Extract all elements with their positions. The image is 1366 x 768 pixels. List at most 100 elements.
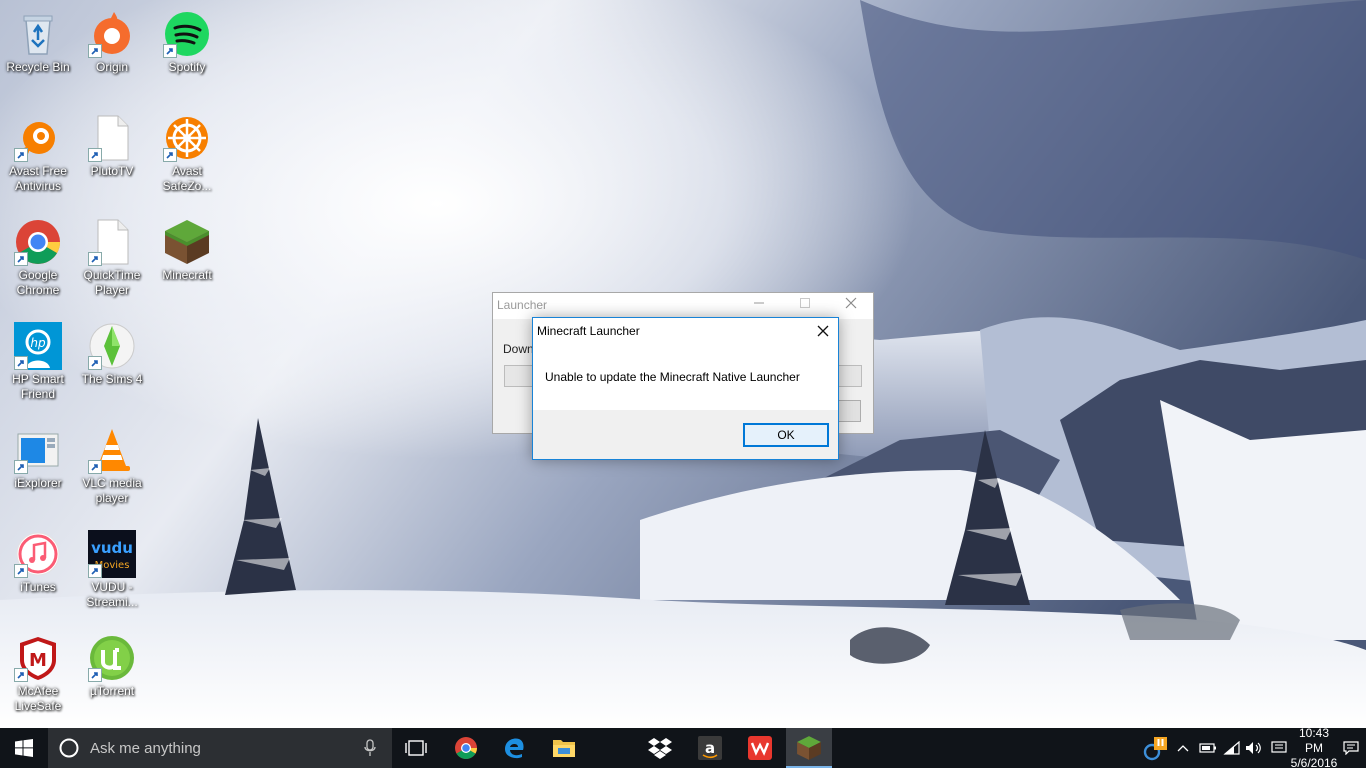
taskbar-file-explorer[interactable] xyxy=(540,728,588,768)
spotify-icon xyxy=(163,10,211,58)
desktop-icon-origin[interactable]: Origin xyxy=(74,4,150,104)
taskbar-wps-office[interactable] xyxy=(736,728,784,768)
microphone-icon xyxy=(364,739,376,756)
desktop-icon-label: PlutoTV xyxy=(90,164,134,178)
battery-icon xyxy=(1199,743,1216,753)
minimize-icon xyxy=(754,302,764,304)
launcher-close-button[interactable] xyxy=(828,293,874,319)
volume-control[interactable] xyxy=(1242,728,1266,768)
clock-date: 5/6/2016 xyxy=(1290,755,1338,768)
clock[interactable]: 10:43 PM 5/6/2016 xyxy=(1290,726,1338,768)
desktop-icon-utorrent[interactable]: µTorrent xyxy=(74,628,150,728)
tray-notification-app[interactable] xyxy=(1140,728,1172,768)
dropbox-icon xyxy=(648,738,672,759)
ok-button[interactable]: OK xyxy=(743,423,829,447)
shortcut-arrow-icon xyxy=(14,460,28,474)
maximize-button[interactable] xyxy=(782,293,828,319)
keyboard-icon xyxy=(1271,741,1287,753)
edge-icon xyxy=(505,738,524,759)
desktop-icon-label: Google Chrome xyxy=(16,268,60,297)
svg-text:a: a xyxy=(705,739,715,757)
search-placeholder: Ask me anything xyxy=(90,739,201,757)
minimize-button[interactable] xyxy=(736,293,782,319)
dialog-titlebar[interactable]: Minecraft Launcher xyxy=(533,318,838,345)
sims-icon xyxy=(88,322,136,370)
wifi-icon xyxy=(1223,741,1240,755)
desktop-icon-minecraft[interactable]: Minecraft xyxy=(149,212,225,312)
desktop-icon-sims4[interactable]: The Sims 4 xyxy=(74,316,150,416)
desktop-icon-plutotv[interactable]: PlutoTV xyxy=(74,108,150,208)
taskbar-chrome[interactable] xyxy=(442,728,490,768)
desktop-icon-label: QuickTime Player xyxy=(83,268,141,297)
cortana-icon xyxy=(59,738,79,758)
shortcut-arrow-icon xyxy=(88,252,102,266)
desktop-icon-vlc[interactable]: VLC media player xyxy=(74,420,150,520)
chrome-icon xyxy=(455,737,477,759)
speaker-icon xyxy=(1246,742,1261,754)
network-status[interactable] xyxy=(1220,728,1244,768)
vudu-icon: vudu Movies xyxy=(88,530,136,578)
close-icon xyxy=(817,325,829,337)
dialog-title: Minecraft Launcher xyxy=(537,324,640,338)
desktop-icon-mcafee[interactable]: M McAfee LiveSafe xyxy=(0,628,76,728)
desktop-icon-label: Recycle Bin xyxy=(6,60,70,74)
minecraft-icon xyxy=(163,218,211,266)
desktop-icon-itunes[interactable]: iTunes xyxy=(0,524,76,624)
desktop-icon-spotify[interactable]: Spotify xyxy=(149,4,225,104)
cortana-search-box[interactable]: Ask me anything xyxy=(48,728,392,768)
shortcut-arrow-icon xyxy=(88,668,102,682)
chevron-up-icon xyxy=(1177,745,1189,752)
task-view-button[interactable] xyxy=(392,728,440,768)
dialog-message: Unable to update the Minecraft Native La… xyxy=(545,370,800,384)
vlc-icon xyxy=(88,426,136,474)
taskbar-edge[interactable] xyxy=(490,728,538,768)
task-view-icon xyxy=(405,740,427,756)
desktop-icon-label: VUDU - Streami... xyxy=(86,580,138,609)
taskbar-minecraft[interactable] xyxy=(786,728,832,768)
desktop-icon-label: McAfee LiveSafe xyxy=(14,684,62,713)
desktop-icon-label: VLC media player xyxy=(82,476,142,505)
desktop-icon-iexplorer[interactable]: iExplorer xyxy=(0,420,76,520)
svg-text:vudu: vudu xyxy=(91,539,133,557)
error-dialog[interactable]: Minecraft Launcher Unable to update the … xyxy=(532,317,839,460)
shortcut-arrow-icon xyxy=(14,356,28,370)
shortcut-arrow-icon xyxy=(88,148,102,162)
origin-icon xyxy=(88,10,136,58)
dialog-close-button[interactable] xyxy=(808,318,838,344)
desktop-icon-avast[interactable]: Avast Free Antivirus xyxy=(0,108,76,208)
taskbar: Ask me anything a 10:43 PM 5/6/2016 xyxy=(0,726,1366,768)
input-indicator[interactable] xyxy=(1266,728,1292,768)
iexplorer-icon xyxy=(14,426,62,474)
itunes-icon xyxy=(14,530,62,578)
amazon-icon: a xyxy=(698,736,722,760)
file-icon xyxy=(88,114,136,162)
desktop-icon-label: µTorrent xyxy=(89,684,135,698)
battery-status[interactable] xyxy=(1196,728,1220,768)
desktop-icon-chrome[interactable]: Google Chrome xyxy=(0,212,76,312)
launcher-title: Launcher xyxy=(497,298,548,312)
action-center-button[interactable] xyxy=(1336,728,1366,768)
shortcut-arrow-icon xyxy=(14,668,28,682)
warning-badge-icon xyxy=(1143,737,1167,761)
desktop-icon-avast-safezone[interactable]: Avast SafeZo... xyxy=(149,108,225,208)
avast-safezone-icon xyxy=(163,114,211,162)
desktop-icon-label: Spotify xyxy=(168,60,206,74)
desktop-icon-vudu[interactable]: vudu Movies VUDU - Streami... xyxy=(74,524,150,624)
chrome-icon xyxy=(14,218,62,266)
shortcut-arrow-icon xyxy=(14,148,28,162)
desktop-icon-hp-smart-friend[interactable]: hp HP Smart Friend xyxy=(0,316,76,416)
start-button[interactable] xyxy=(0,728,48,768)
file-explorer-icon xyxy=(553,740,575,757)
show-hidden-icons-button[interactable] xyxy=(1174,728,1192,768)
shortcut-arrow-icon xyxy=(163,44,177,58)
taskbar-amazon[interactable]: a xyxy=(686,728,734,768)
shortcut-arrow-icon xyxy=(88,460,102,474)
desktop-icon-recycle-bin[interactable]: Recycle Bin xyxy=(0,4,76,104)
taskbar-dropbox[interactable] xyxy=(636,728,684,768)
shortcut-arrow-icon xyxy=(14,252,28,266)
dialog-footer: OK xyxy=(533,410,838,459)
launcher-titlebar[interactable]: Launcher xyxy=(493,293,873,319)
desktop-icon-quicktime[interactable]: QuickTime Player xyxy=(74,212,150,312)
file-icon xyxy=(88,218,136,266)
shortcut-arrow-icon xyxy=(88,356,102,370)
